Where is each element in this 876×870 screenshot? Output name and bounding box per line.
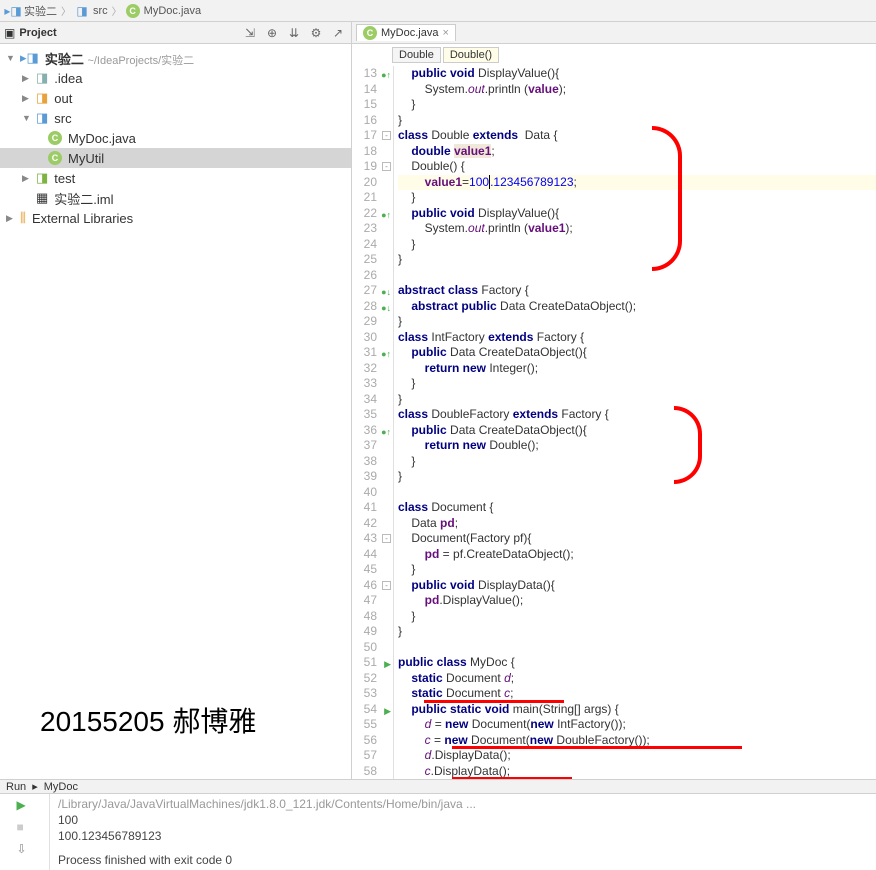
console-line: 100.123456789123 xyxy=(58,828,868,844)
module-icon: ▸◨ xyxy=(20,50,39,66)
tree-idea[interactable]: ▶ ◨ .idea xyxy=(0,68,351,88)
chevron-right-icon: 〉 xyxy=(112,3,122,18)
tree-src[interactable]: ▼ ◨ src xyxy=(0,108,351,128)
annotation-underline xyxy=(424,700,564,703)
fold-icon[interactable]: - xyxy=(382,131,391,140)
tree-label: 实验二 xyxy=(45,52,84,67)
project-title: Project xyxy=(19,27,56,39)
rerun-icon[interactable]: ▶ xyxy=(17,798,33,814)
run-gutter-icon[interactable]: ▶ xyxy=(384,704,391,720)
crumb-class[interactable]: Double xyxy=(392,47,441,63)
impl-icon[interactable]: ●↓ xyxy=(381,301,391,317)
breadcrumb-src[interactable]: src xyxy=(93,5,108,17)
project-tree[interactable]: ▼ ▸◨ 实验二 ~/IdeaProjects/实验二 ▶ ◨ .idea ▶ … xyxy=(0,44,351,232)
editor-pane: C MyDoc.java × Double Double() 13●↑ 14 1… xyxy=(352,22,876,779)
tree-label: MyDoc.java xyxy=(68,131,136,146)
java-class-icon: C xyxy=(126,4,140,18)
watermark-text: 20155205 郝博雅 xyxy=(40,700,256,740)
tree-iml[interactable]: ▦ 实验二.iml xyxy=(0,188,351,208)
override-icon[interactable]: ●↑ xyxy=(381,347,391,363)
console-output[interactable]: /Library/Java/JavaVirtualMachines/jdk1.8… xyxy=(50,794,876,870)
editor-tab[interactable]: C MyDoc.java × xyxy=(356,24,456,41)
console-exit: Process finished with exit code 0 xyxy=(58,852,868,868)
gutter[interactable]: 13●↑ 14 15 16 17- 18 19- 20 21 22●↑ 23 2… xyxy=(352,66,394,779)
project-header: ▣ Project ⇲ ⊕ ⇊ ⚙ ↗ xyxy=(0,22,351,44)
tree-out[interactable]: ▶ ◨ out xyxy=(0,88,351,108)
run-tool-window: Run ▸ MyDoc ▶ ■ ⇩ /Library/Java/JavaVirt… xyxy=(0,779,876,863)
close-icon[interactable]: × xyxy=(442,27,448,39)
source-folder-icon: ◨ xyxy=(36,110,48,126)
editor-crumb-bar: Double Double() xyxy=(352,44,876,66)
stop-icon[interactable]: ■ xyxy=(17,820,33,836)
tree-label: 实验二.iml xyxy=(54,189,113,208)
annotation-brace xyxy=(652,126,682,271)
console-cmd: /Library/Java/JavaVirtualMachines/jdk1.8… xyxy=(58,796,868,812)
test-folder-icon: ◨ xyxy=(36,170,48,186)
expand-toggle[interactable]: ▼ xyxy=(6,53,18,63)
run-gutter-icon[interactable]: ▶ xyxy=(384,657,391,673)
console-line: 100 xyxy=(58,812,868,828)
expand-toggle[interactable]: ▶ xyxy=(6,213,18,224)
gear-icon[interactable]: ⚙ xyxy=(307,24,325,42)
fold-icon[interactable]: - xyxy=(382,581,391,590)
folder-icon: ◨ xyxy=(75,4,89,18)
crumb-method[interactable]: Double() xyxy=(443,47,499,63)
hide-icon[interactable]: ↗ xyxy=(329,24,347,42)
breadcrumb-file[interactable]: MyDoc.java xyxy=(144,5,201,17)
expand-toggle[interactable]: ▶ xyxy=(22,73,34,84)
tree-mydoc[interactable]: C MyDoc.java xyxy=(0,128,351,148)
tree-path: ~/IdeaProjects/实验二 xyxy=(87,55,194,67)
tree-external-libs[interactable]: ▶ ⫼ External Libraries xyxy=(0,208,351,228)
project-tool-window: ▣ Project ⇲ ⊕ ⇊ ⚙ ↗ ▼ ▸◨ 实验二 ~/IdeaProje… xyxy=(0,22,352,779)
editor-tabs: C MyDoc.java × xyxy=(352,22,876,44)
fold-icon[interactable]: - xyxy=(382,534,391,543)
annotation-underline xyxy=(452,777,572,779)
override-icon[interactable]: ●↑ xyxy=(381,208,391,224)
collapse-icon[interactable]: ⇲ xyxy=(241,24,259,42)
override-icon[interactable]: ●↑ xyxy=(381,425,391,441)
iml-icon: ▦ xyxy=(36,190,48,206)
expand-toggle[interactable]: ▶ xyxy=(22,93,34,104)
run-header: Run ▸ MyDoc xyxy=(0,780,876,794)
run-config-name[interactable]: MyDoc xyxy=(44,781,78,793)
java-class-icon: C xyxy=(363,26,377,40)
code-editor[interactable]: 13●↑ 14 15 16 17- 18 19- 20 21 22●↑ 23 2… xyxy=(352,66,876,779)
breadcrumb-root[interactable]: 实验二 xyxy=(24,3,57,19)
folder-icon: ◨ xyxy=(36,90,48,106)
folder-icon: ▸◨ xyxy=(6,4,20,18)
expand-toggle[interactable]: ▶ xyxy=(22,173,34,184)
project-icon: ▣ xyxy=(4,26,15,40)
chevron-right-icon: 〉 xyxy=(61,3,71,18)
impl-icon[interactable]: ●↓ xyxy=(381,285,391,301)
java-class-icon: C xyxy=(48,151,62,165)
annotation-underline xyxy=(452,746,742,749)
tree-label: External Libraries xyxy=(32,211,133,226)
run-config-icon: ▸ xyxy=(32,780,38,793)
tree-label: src xyxy=(54,111,71,126)
library-icon: ⫼ xyxy=(20,210,26,226)
breadcrumb-bar: ▸◨ 实验二 〉 ◨ src 〉 C MyDoc.java xyxy=(0,0,876,22)
expand-toggle[interactable]: ▼ xyxy=(22,113,34,123)
tree-myutil[interactable]: C MyUtil xyxy=(0,148,351,168)
collapse-all-icon[interactable]: ⇊ xyxy=(285,24,303,42)
tree-label: .idea xyxy=(54,71,82,86)
tree-label: MyUtil xyxy=(68,151,104,166)
tab-label: MyDoc.java xyxy=(381,27,438,39)
folder-icon: ◨ xyxy=(36,70,48,86)
override-icon[interactable]: ●↑ xyxy=(381,68,391,84)
run-label: Run xyxy=(6,781,26,793)
down-icon[interactable]: ⇩ xyxy=(17,842,33,858)
tree-label: test xyxy=(54,171,75,186)
fold-icon[interactable]: - xyxy=(382,162,391,171)
java-class-icon: C xyxy=(48,131,62,145)
tree-test[interactable]: ▶ ◨ test xyxy=(0,168,351,188)
code-area[interactable]: public void DisplayValue(){ System.out.p… xyxy=(394,66,876,779)
run-toolbar: ▶ ■ ⇩ xyxy=(0,794,50,870)
target-icon[interactable]: ⊕ xyxy=(263,24,281,42)
tree-root[interactable]: ▼ ▸◨ 实验二 ~/IdeaProjects/实验二 xyxy=(0,48,351,68)
tree-label: out xyxy=(54,91,72,106)
